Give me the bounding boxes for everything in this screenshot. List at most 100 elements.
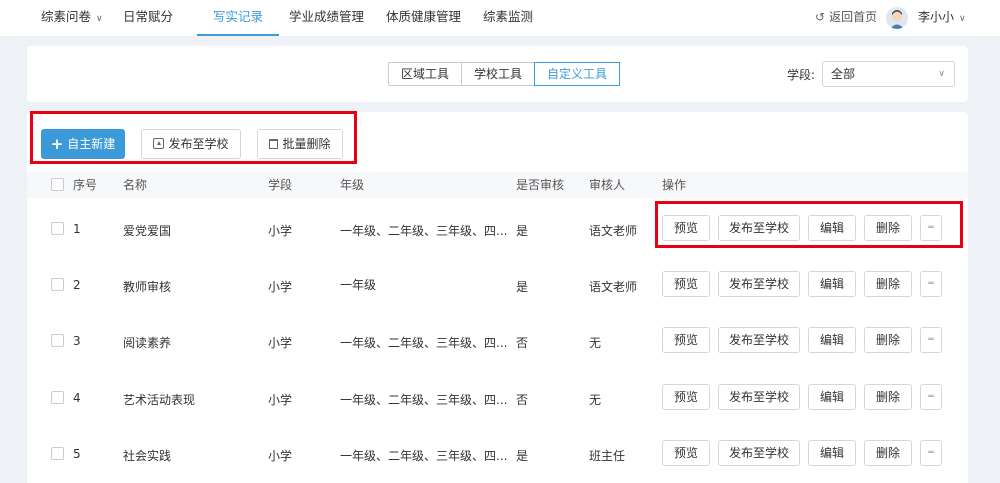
user-name: 李小小: [918, 10, 955, 24]
row-checkbox[interactable]: [51, 334, 64, 347]
cell-index: 1: [73, 222, 81, 236]
cell-name: 阅读素养: [123, 336, 172, 350]
cell-stage: 小学: [268, 449, 293, 463]
filter-panel: 区域工具 学校工具 自定义工具 学段: 全部 ∨: [27, 46, 968, 102]
publish-button[interactable]: 发布至学校: [718, 327, 800, 353]
cell-stage: 小学: [268, 224, 293, 238]
preview-button[interactable]: 预览: [662, 384, 710, 410]
preview-button[interactable]: 预览: [662, 271, 710, 297]
publish-to-school-button[interactable]: 发布至学校: [141, 129, 241, 159]
delete-button[interactable]: 删除: [864, 271, 912, 297]
header-review: 是否审核: [516, 178, 565, 192]
cell-index: 2: [73, 278, 81, 292]
stage-select-value: 全部: [831, 67, 856, 81]
header-name: 名称: [123, 178, 148, 192]
tool-type-tabs: 区域工具 学校工具 自定义工具: [388, 62, 621, 86]
row-checkbox[interactable]: [51, 222, 64, 235]
preview-button[interactable]: 预览: [662, 327, 710, 353]
cell-review: 否: [516, 393, 529, 407]
row-checkbox[interactable]: [51, 278, 64, 291]
nav-item-health[interactable]: 体质健康管理: [386, 0, 461, 36]
top-nav: 综素问卷 ∨ 日常赋分 写实记录 学业成绩管理 体质健康管理 综素监测 ↺ 返回首页…: [0, 0, 1000, 36]
delete-button[interactable]: 删除: [864, 384, 912, 410]
edit-button[interactable]: 编辑: [808, 384, 856, 410]
batch-delete-button[interactable]: 批量删除: [257, 129, 343, 159]
back-home-link[interactable]: ↺ 返回首页: [815, 0, 877, 36]
publish-button[interactable]: 发布至学校: [718, 271, 800, 297]
publish-button[interactable]: 发布至学校: [718, 215, 800, 241]
stage-select[interactable]: 全部 ∨: [822, 61, 955, 87]
table-row: 2 教师审核 小学 一年级 是 语文老师 预览 发布至学校 编辑 删除 ═: [27, 256, 968, 313]
more-button[interactable]: ═: [920, 327, 942, 353]
cell-review: 是: [516, 449, 529, 463]
upload-icon: [153, 138, 165, 149]
table-row: 5 社会实践 小学 一年级、二年级、三年级、四... 是 班主任 预览 发布至学校 编辑 删除 ═: [27, 425, 968, 482]
more-button[interactable]: ═: [920, 271, 942, 297]
tab-custom-tools[interactable]: 自定义工具: [534, 62, 621, 86]
tab-school-tools[interactable]: 学校工具: [462, 63, 536, 85]
row-checkbox[interactable]: [51, 447, 64, 460]
row-actions: 预览 发布至学校 编辑 删除 ═: [662, 327, 942, 353]
nav-item-questionnaire[interactable]: 综素问卷 ∨: [41, 0, 103, 36]
publish-label: 发布至学校: [168, 137, 229, 151]
table-row: 4 艺术活动表现 小学 一年级、二年级、三年级、四... 否 无 预览 发布至学校 编辑 删除 ═: [27, 369, 968, 426]
nav-item-monitoring[interactable]: 综素监测: [483, 0, 533, 36]
chevron-down-icon: ∨: [959, 14, 966, 24]
cell-grade: 一年级、二年级、三年级、四...: [340, 393, 508, 407]
publish-button[interactable]: 发布至学校: [718, 440, 800, 466]
table-row: 1 爱党爱国 小学 一年级、二年级、三年级、四... 是 语文老师 预览 发布至学校 编辑 删除 ═: [27, 200, 968, 257]
cell-reviewer: 语文老师: [589, 224, 638, 238]
cell-index: 5: [73, 447, 81, 461]
row-actions: 预览 发布至学校 编辑 删除 ═: [662, 215, 942, 241]
nav-item-records[interactable]: 写实记录: [197, 0, 280, 36]
header-index: 序号: [73, 178, 98, 192]
cell-grade: 一年级、二年级、三年级、四...: [340, 224, 508, 238]
cell-name: 社会实践: [123, 449, 172, 463]
cell-stage: 小学: [268, 393, 293, 407]
cell-name: 教师审核: [123, 280, 172, 294]
trash-icon: [269, 139, 279, 149]
more-button[interactable]: ═: [920, 215, 942, 241]
avatar[interactable]: [886, 7, 908, 29]
edit-button[interactable]: 编辑: [808, 327, 856, 353]
cell-reviewer: 无: [589, 336, 602, 350]
publish-button[interactable]: 发布至学校: [718, 384, 800, 410]
cell-grade: 一年级: [340, 278, 377, 292]
row-actions: 预览 发布至学校 编辑 删除 ═: [662, 440, 942, 466]
cell-stage: 小学: [268, 336, 293, 350]
edit-button[interactable]: 编辑: [808, 440, 856, 466]
preview-button[interactable]: 预览: [662, 440, 710, 466]
edit-button[interactable]: 编辑: [808, 271, 856, 297]
row-actions: 预览 发布至学校 编辑 删除 ═: [662, 384, 942, 410]
chevron-down-icon: ∨: [96, 14, 103, 24]
more-button[interactable]: ═: [920, 440, 942, 466]
back-arrow-icon: ↺: [815, 10, 826, 24]
edit-button[interactable]: 编辑: [808, 215, 856, 241]
tab-region-tools[interactable]: 区域工具: [389, 63, 463, 85]
batch-delete-label: 批量删除: [282, 137, 331, 151]
nav-item-daily-score[interactable]: 日常赋分: [123, 0, 173, 36]
table-row: 3 阅读素养 小学 一年级、二年级、三年级、四... 否 无 预览 发布至学校 编辑 删除 ═: [27, 312, 968, 369]
user-menu[interactable]: 李小小 ∨: [918, 0, 966, 36]
row-checkbox[interactable]: [51, 391, 64, 404]
delete-button[interactable]: 删除: [864, 327, 912, 353]
table-header: 序号 名称 学段 年级 是否审核 审核人 操作: [27, 172, 968, 198]
cell-stage: 小学: [268, 280, 293, 294]
preview-button[interactable]: 预览: [662, 215, 710, 241]
delete-button[interactable]: 删除: [864, 215, 912, 241]
nav-item-academic[interactable]: 学业成绩管理: [289, 0, 364, 36]
delete-button[interactable]: 删除: [864, 440, 912, 466]
plus-icon: +: [50, 135, 64, 153]
cell-review: 是: [516, 224, 529, 238]
create-label: 自主新建: [67, 137, 116, 151]
cell-index: 3: [73, 334, 81, 348]
cell-reviewer: 无: [589, 393, 602, 407]
more-button[interactable]: ═: [920, 384, 942, 410]
select-all-checkbox[interactable]: [51, 178, 64, 191]
stage-label: 学段:: [787, 68, 816, 82]
nav-item-label: 综素问卷: [41, 9, 92, 24]
row-actions: 预览 发布至学校 编辑 删除 ═: [662, 271, 942, 297]
back-home-label: 返回首页: [829, 10, 878, 24]
header-stage: 学段: [268, 178, 293, 192]
create-button[interactable]: + 自主新建: [41, 129, 125, 159]
